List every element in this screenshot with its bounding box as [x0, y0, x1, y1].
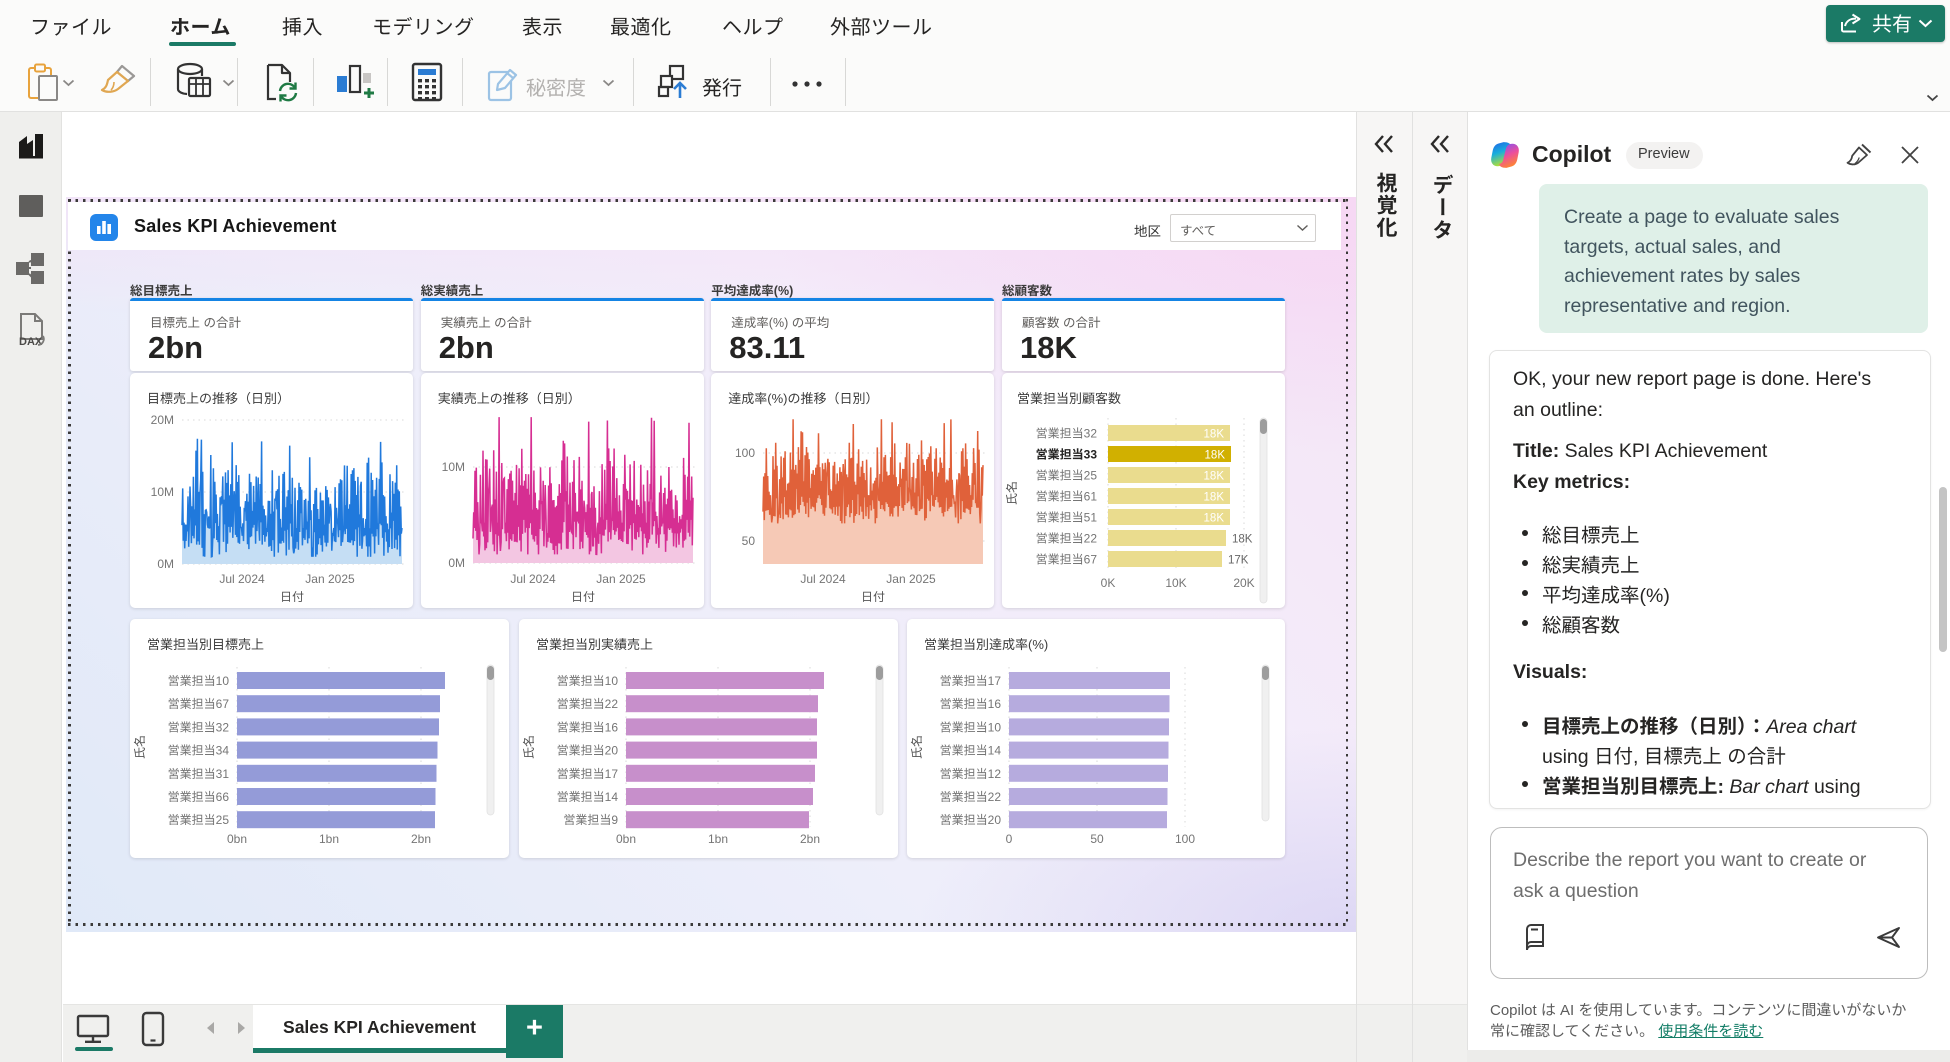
svg-text:営業担当12: 営業担当12 [940, 767, 1002, 781]
svg-text:営業担当22: 営業担当22 [557, 697, 619, 711]
svg-text:営業担当66: 営業担当66 [168, 790, 230, 804]
svg-text:100: 100 [735, 446, 755, 460]
svg-text:営業担当17: 営業担当17 [940, 674, 1002, 688]
svg-text:営業担当25: 営業担当25 [168, 813, 230, 827]
svg-text:営業担当16: 営業担当16 [557, 720, 619, 734]
svg-text:100: 100 [1175, 832, 1195, 846]
svg-text:10M: 10M [441, 460, 464, 474]
svg-text:営業担当14: 営業担当14 [557, 790, 619, 804]
svg-text:営業担当10: 営業担当10 [557, 674, 619, 688]
svg-text:営業担当33: 営業担当33 [1036, 448, 1098, 462]
svg-text:0bn: 0bn [227, 832, 247, 846]
svg-text:営業担当32: 営業担当32 [168, 720, 230, 734]
svg-text:10M: 10M [151, 485, 174, 499]
svg-text:営業担当25: 営業担当25 [1036, 469, 1098, 483]
svg-text:氏名: 氏名 [1005, 481, 1019, 505]
svg-text:17K: 17K [1228, 555, 1249, 567]
svg-text:営業担当22: 営業担当22 [940, 790, 1002, 804]
svg-text:18K: 18K [1204, 471, 1225, 483]
svg-text:18K: 18K [1205, 450, 1226, 462]
svg-text:営業担当67: 営業担当67 [168, 697, 230, 711]
svg-text:氏名: 氏名 [133, 735, 147, 759]
svg-text:日付: 日付 [280, 590, 304, 604]
svg-text:Jul 2024: Jul 2024 [510, 572, 556, 586]
svg-text:0: 0 [1006, 832, 1013, 846]
svg-text:1bn: 1bn [319, 832, 339, 846]
svg-text:Jan 2025: Jan 2025 [887, 572, 937, 586]
svg-text:営業担当61: 営業担当61 [1036, 490, 1098, 504]
svg-text:0K: 0K [1101, 576, 1116, 590]
svg-text:2bn: 2bn [411, 832, 431, 846]
svg-text:営業担当16: 営業担当16 [940, 697, 1002, 711]
svg-text:営業担当10: 営業担当10 [168, 674, 230, 688]
svg-text:営業担当34: 営業担当34 [168, 744, 230, 758]
svg-text:20M: 20M [151, 413, 174, 427]
svg-text:営業担当31: 営業担当31 [168, 767, 230, 781]
svg-text:0M: 0M [448, 556, 465, 570]
svg-text:Jan 2025: Jan 2025 [596, 572, 646, 586]
svg-text:18K: 18K [1204, 492, 1225, 504]
svg-text:営業担当67: 営業担当67 [1036, 553, 1098, 567]
svg-text:50: 50 [742, 534, 756, 548]
svg-text:DAX: DAX [19, 336, 43, 348]
svg-text:氏名: 氏名 [910, 735, 924, 759]
svg-text:営業担当20: 営業担当20 [940, 813, 1002, 827]
svg-text:Jul 2024: Jul 2024 [219, 572, 265, 586]
svg-text:20K: 20K [1233, 576, 1254, 590]
svg-text:0bn: 0bn [616, 832, 636, 846]
svg-text:営業担当10: 営業担当10 [940, 720, 1002, 734]
svg-text:営業担当14: 営業担当14 [940, 744, 1002, 758]
svg-text:1bn: 1bn [708, 832, 728, 846]
svg-text:氏名: 氏名 [522, 735, 536, 759]
svg-text:日付: 日付 [861, 590, 885, 604]
svg-text:Jul 2024: Jul 2024 [801, 572, 847, 586]
svg-text:18K: 18K [1204, 429, 1225, 441]
svg-text:18K: 18K [1232, 534, 1253, 546]
svg-text:営業担当22: 営業担当22 [1036, 532, 1098, 546]
svg-text:営業担当20: 営業担当20 [557, 744, 619, 758]
svg-text:0M: 0M [157, 557, 174, 571]
svg-text:営業担当32: 営業担当32 [1036, 427, 1098, 441]
svg-text:Jan 2025: Jan 2025 [305, 572, 355, 586]
svg-text:日付: 日付 [571, 590, 595, 604]
svg-text:10K: 10K [1165, 576, 1186, 590]
svg-text:営業担当9: 営業担当9 [563, 813, 618, 827]
svg-text:営業担当51: 営業担当51 [1036, 511, 1098, 525]
svg-text:18K: 18K [1204, 513, 1225, 525]
svg-text:50: 50 [1090, 832, 1104, 846]
svg-text:2bn: 2bn [800, 832, 820, 846]
svg-text:営業担当17: 営業担当17 [557, 767, 619, 781]
